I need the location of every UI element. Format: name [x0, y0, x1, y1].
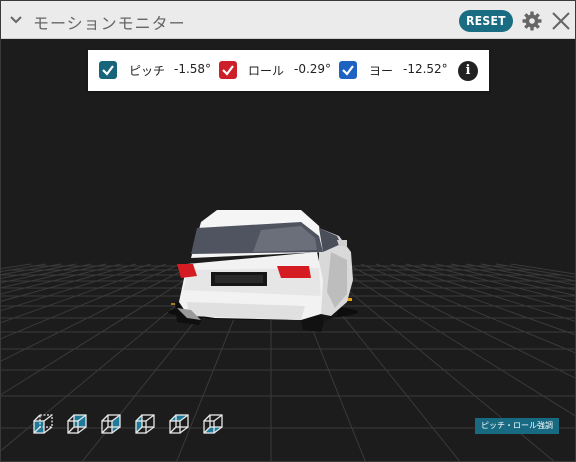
panel-title: モーションモニター: [33, 14, 186, 33]
cube-right-view-icon[interactable]: [98, 411, 124, 437]
reset-button[interactable]: RESET: [459, 10, 513, 32]
yaw-value: -12.52°: [403, 62, 448, 76]
chevron-down-icon[interactable]: [8, 12, 24, 28]
cube-bottom-view-icon[interactable]: [200, 411, 226, 437]
cube-front-view-icon[interactable]: [30, 411, 56, 437]
motion-monitor-panel: モーションモニター RESET ピッチ -1.58° ロール -0.29° ヨー…: [0, 0, 576, 462]
roll-checkbox[interactable]: [219, 61, 237, 79]
gear-icon[interactable]: [521, 10, 543, 32]
scene-canvas: [1, 210, 575, 461]
yaw-label: ヨー: [369, 64, 394, 78]
title-bar: モーションモニター RESET: [1, 1, 575, 39]
pitch-label: ピッチ: [129, 64, 166, 78]
cube-top-view-icon[interactable]: [166, 411, 192, 437]
roll-value: -0.29°: [294, 62, 332, 76]
angle-readout-bar: ピッチ -1.58° ロール -0.29° ヨー -12.52° i: [88, 50, 489, 91]
yaw-checkbox[interactable]: [339, 61, 357, 79]
pitch-value: -1.58°: [174, 62, 212, 76]
pitch-roll-emphasis-button[interactable]: ピッチ・ロール強調: [475, 418, 559, 434]
cube-left-view-icon[interactable]: [132, 411, 158, 437]
3d-viewport[interactable]: ピッチ -1.58° ロール -0.29° ヨー -12.52° i ピッチ・ロ…: [1, 40, 575, 461]
vehicle-model: [168, 210, 358, 332]
cube-back-view-icon[interactable]: [64, 411, 90, 437]
roll-label: ロール: [248, 64, 285, 78]
close-icon[interactable]: [550, 10, 572, 32]
pitch-checkbox[interactable]: [99, 61, 117, 79]
info-icon[interactable]: i: [458, 61, 478, 81]
